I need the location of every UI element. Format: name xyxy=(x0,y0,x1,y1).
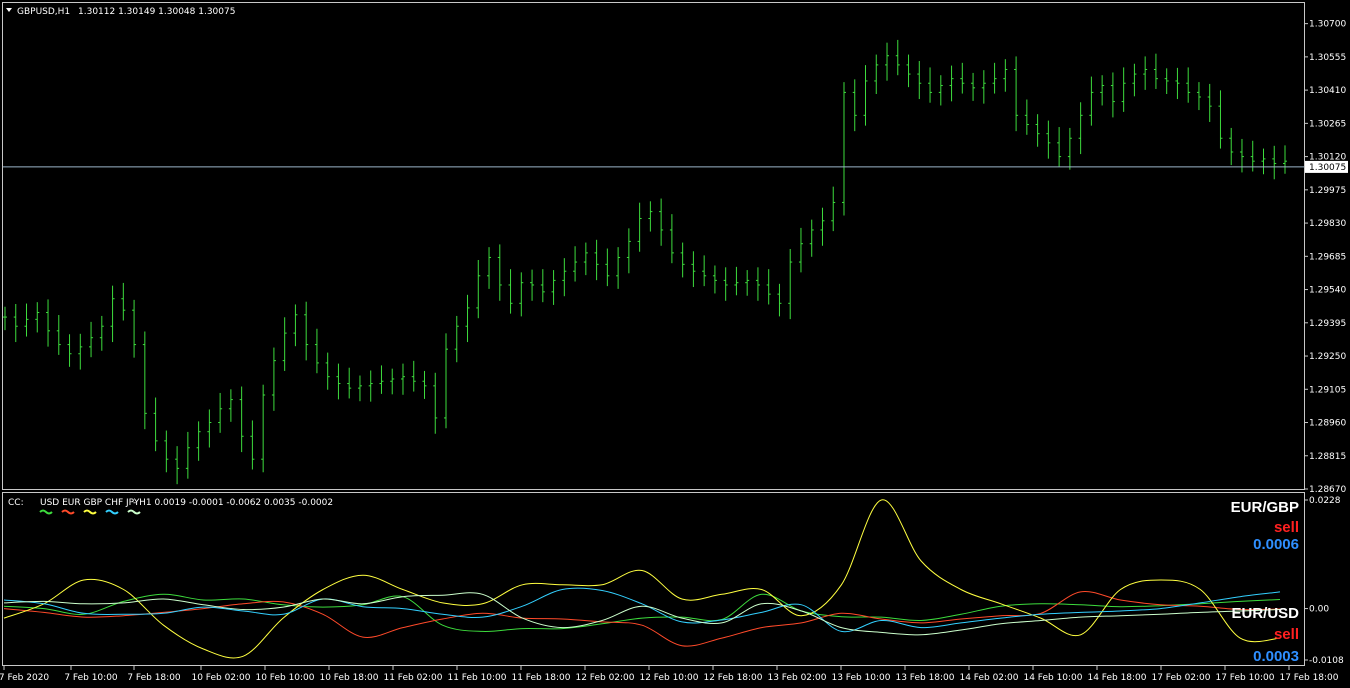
price-tick-label: 1.30555 xyxy=(1309,53,1346,63)
indicator-values: - H1 0.0019 -0.0001 -0.0062 0.0035 -0.00… xyxy=(133,498,333,508)
time-tick-label: 11 Feb 10:00 xyxy=(447,673,506,683)
time-tick-label: 7 Feb 2020 xyxy=(0,673,49,683)
time-tick-label: 17 Feb 02:00 xyxy=(1151,673,1210,683)
signal-pair: EUR/USD xyxy=(1231,605,1299,622)
trading-chart-window[interactable]: GBPUSD,H1 1.30112 1.30149 1.30048 1.3007… xyxy=(0,0,1350,688)
time-tick-label: 13 Feb 10:00 xyxy=(831,673,890,683)
price-tick-label: 1.30700 xyxy=(1309,20,1346,30)
price-tick-label: 1.28815 xyxy=(1309,452,1346,462)
time-tick-label: 13 Feb 02:00 xyxy=(767,673,826,683)
price-tick-label: 1.30265 xyxy=(1309,119,1346,129)
time-tick-label: 11 Feb 18:00 xyxy=(511,673,570,683)
time-tick-label: 10 Feb 10:00 xyxy=(255,673,314,683)
price-tick-label: 1.28960 xyxy=(1309,419,1346,429)
ohlc-label: 1.30112 1.30149 1.30048 1.30075 xyxy=(78,7,235,17)
price-tick-label: 1.30410 xyxy=(1309,86,1346,96)
indicator-tick-label: 0.0228 xyxy=(1309,496,1341,506)
time-tick-label: 17 Feb 10:00 xyxy=(1215,673,1274,683)
signal-action: sell xyxy=(1274,519,1299,536)
current-price-label: 1.30075 xyxy=(1309,163,1346,173)
indicator-tick-label: 0.00 xyxy=(1309,605,1329,615)
time-tick-label: 14 Feb 18:00 xyxy=(1087,673,1146,683)
time-tick-label: 10 Feb 02:00 xyxy=(191,673,250,683)
indicator-panel[interactable] xyxy=(2,492,1305,666)
price-tick-label: 1.29105 xyxy=(1309,385,1346,395)
signal-value: 0.0006 xyxy=(1253,536,1299,553)
signal-action: sell xyxy=(1274,626,1299,643)
time-tick-label: 14 Feb 02:00 xyxy=(959,673,1018,683)
price-tick-label: 1.29685 xyxy=(1309,252,1346,262)
time-tick-label: 7 Feb 18:00 xyxy=(127,673,181,683)
price-panel[interactable] xyxy=(2,2,1305,490)
price-tick-label: 1.29975 xyxy=(1309,186,1346,196)
indicator-name: CC: xyxy=(8,498,24,508)
time-axis: 7 Feb 2020 7 Feb 10:00 7 Feb 18:00 10 Feb 0… xyxy=(0,666,1339,683)
time-tick-label: 13 Feb 18:00 xyxy=(895,673,954,683)
signal-pair: EUR/GBP xyxy=(1231,499,1299,516)
price-tick-label: 1.28670 xyxy=(1309,485,1346,495)
indicator-axis: 0.0228 0.00 -0.0108 xyxy=(1304,496,1344,666)
time-tick-label: 12 Feb 02:00 xyxy=(575,673,634,683)
symbol-label: GBPUSD,H1 xyxy=(17,7,70,17)
time-tick-label: 7 Feb 10:00 xyxy=(64,673,118,683)
time-tick-label: 10 Feb 18:00 xyxy=(319,673,378,683)
indicator-currencies: USD EUR GBP CHF JPY xyxy=(40,498,140,508)
time-tick-label: 17 Feb 18:00 xyxy=(1279,673,1338,683)
signal-value: 0.0003 xyxy=(1253,648,1299,665)
time-tick-label: 14 Feb 10:00 xyxy=(1023,673,1082,683)
price-tick-label: 1.29830 xyxy=(1309,219,1346,229)
time-tick-label: 11 Feb 02:00 xyxy=(383,673,442,683)
time-tick-label: 12 Feb 10:00 xyxy=(639,673,698,683)
price-tick-label: 1.29250 xyxy=(1309,352,1346,362)
time-tick-label: 12 Feb 18:00 xyxy=(703,673,762,683)
price-axis: 1.307001.305551.304101.302651.301201.299… xyxy=(1304,20,1346,495)
price-tick-label: 1.29540 xyxy=(1309,286,1346,296)
indicator-tick-label: -0.0108 xyxy=(1309,656,1344,666)
price-tick-label: 1.29395 xyxy=(1309,319,1346,329)
